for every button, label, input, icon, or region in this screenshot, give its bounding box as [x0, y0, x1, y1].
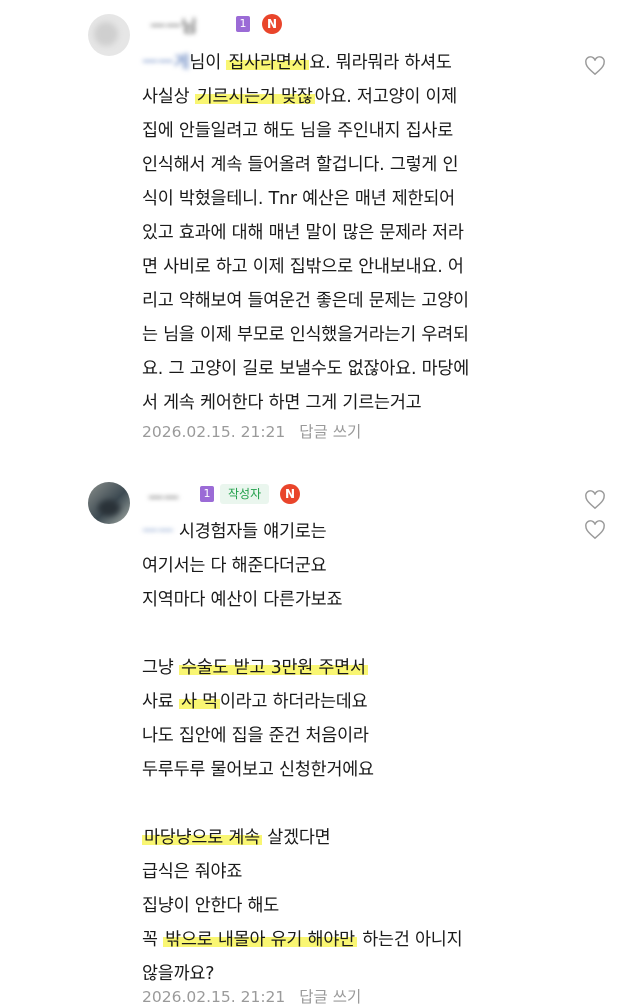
highlight: 사 먹 [178, 692, 220, 712]
new-badge: N [262, 14, 282, 34]
mention-tag[interactable]: ㅡㅡ게 [142, 53, 190, 73]
comment-line: 인식해서 계속 들어올려 할겁니다. 그렇게 인 [142, 155, 459, 175]
comment-meta: 2026.02.15. 21:21 답글 쓰기 [142, 420, 361, 442]
comment-line: 그냥 수술도 받고 3만원 주면서 [142, 658, 368, 678]
comment-line: 리고 약해보여 들여운건 좋은데 문제는 고양이 [142, 291, 469, 311]
comment-line: 요. 그 고양이 길로 보낼수도 없잖아요. 마당에 [142, 359, 470, 379]
comment-line: 는 님을 이제 부모로 인식했을거라는기 우려되 [142, 325, 469, 345]
comment-line: 여기서는 다 해준다더군요 [142, 556, 327, 576]
comment-item: ㅡㅡ님 1 N ㅡㅡ게님이 집사라면서 요. 뭐라뭐라 하셔도 사실상 기르시는거… [0, 0, 640, 470]
avatar[interactable] [88, 482, 130, 524]
timestamp: 2026.02.15. 21:21 [142, 988, 286, 1006]
level-badge: 1 [200, 486, 214, 502]
level-badge: 1 [236, 16, 250, 32]
comment-line: 집에 안들일려고 해도 님을 주인내지 집사로 [142, 121, 454, 141]
highlight: 수술도 받고 3만원 주면서 [178, 658, 368, 678]
comment-line: 있고 효과에 대해 매년 말이 많은 문제라 저라 [142, 223, 464, 243]
comment-line: 집냥이 안한다 해도 [142, 896, 280, 916]
comment-line: ㅡㅡ 시경험자들 얘기로는 [142, 522, 327, 542]
new-badge: N [280, 484, 300, 504]
comment-line: 지역마다 예산이 다른가보죠 [142, 590, 343, 610]
heart-icon[interactable] [584, 56, 606, 76]
author-nickname[interactable]: ㅡㅡ [148, 484, 179, 509]
reply-button[interactable]: 답글 쓰기 [299, 423, 361, 441]
comment-line: 사료 사 먹 이라고 하더라는데요 [142, 692, 368, 712]
timestamp: 2026.02.15. 21:21 [142, 423, 286, 441]
heart-icon[interactable] [584, 520, 606, 540]
comment-line: 마당냥으로 계속 살겠다면 [142, 828, 331, 848]
mention-tag[interactable]: ㅡㅡ [142, 522, 174, 542]
highlight: 밖으로 내몰아 유기 해야만 [163, 930, 357, 950]
comment-meta: 2026.02.15. 21:21 답글 쓰기 [142, 985, 361, 1007]
author-nickname[interactable]: ㅡㅡ님 [150, 12, 197, 37]
comment-item: ㅡㅡ 1 작성자 N ㅡㅡ 시경험자들 얘기로는 여기서는 다 해준다더군요 지… [0, 470, 640, 1007]
comment-line: 급식은 줘야죠 [142, 862, 243, 882]
comment-line: 서 게속 케어한다 하면 그게 기르는거고 [142, 393, 422, 413]
highlight: 마당냥으로 계속 [142, 828, 262, 848]
highlight: 기르시는거 맞잖 [194, 87, 315, 107]
comment-line: 나도 집안에 집을 준건 처음이라 [142, 726, 369, 746]
comment-line: 사실상 기르시는거 맞잖 아요. 저고양이 이제 [142, 87, 458, 107]
comment-body: ㅡㅡ 시경험자들 얘기로는 여기서는 다 해준다더군요 지역마다 예산이 다른가… [142, 515, 582, 991]
comment-line: 식이 박혔을테니. Tnr 예산은 매년 제한되어 [142, 189, 455, 209]
avatar[interactable] [88, 14, 130, 56]
author-tag: 작성자 [220, 484, 270, 504]
heart-icon[interactable] [584, 490, 606, 510]
comment-line: 두루두루 물어보고 신청한거에요 [142, 760, 374, 780]
comment-line: 면 사비로 하고 이제 집밖으로 안내보내요. 어 [142, 257, 464, 277]
reply-button[interactable]: 답글 쓰기 [299, 988, 361, 1006]
comment-body: ㅡㅡ게님이 집사라면서 요. 뭐라뭐라 하셔도 사실상 기르시는거 맞잖 아요. 저… [142, 46, 582, 420]
comment-line: 꼭 밖으로 내몰아 유기 해야만 하는건 아니지 [142, 930, 463, 950]
highlight: 집사라면서 [226, 53, 310, 73]
comment-line: ㅡㅡ게님이 집사라면서 요. 뭐라뭐라 하셔도 [142, 53, 452, 73]
